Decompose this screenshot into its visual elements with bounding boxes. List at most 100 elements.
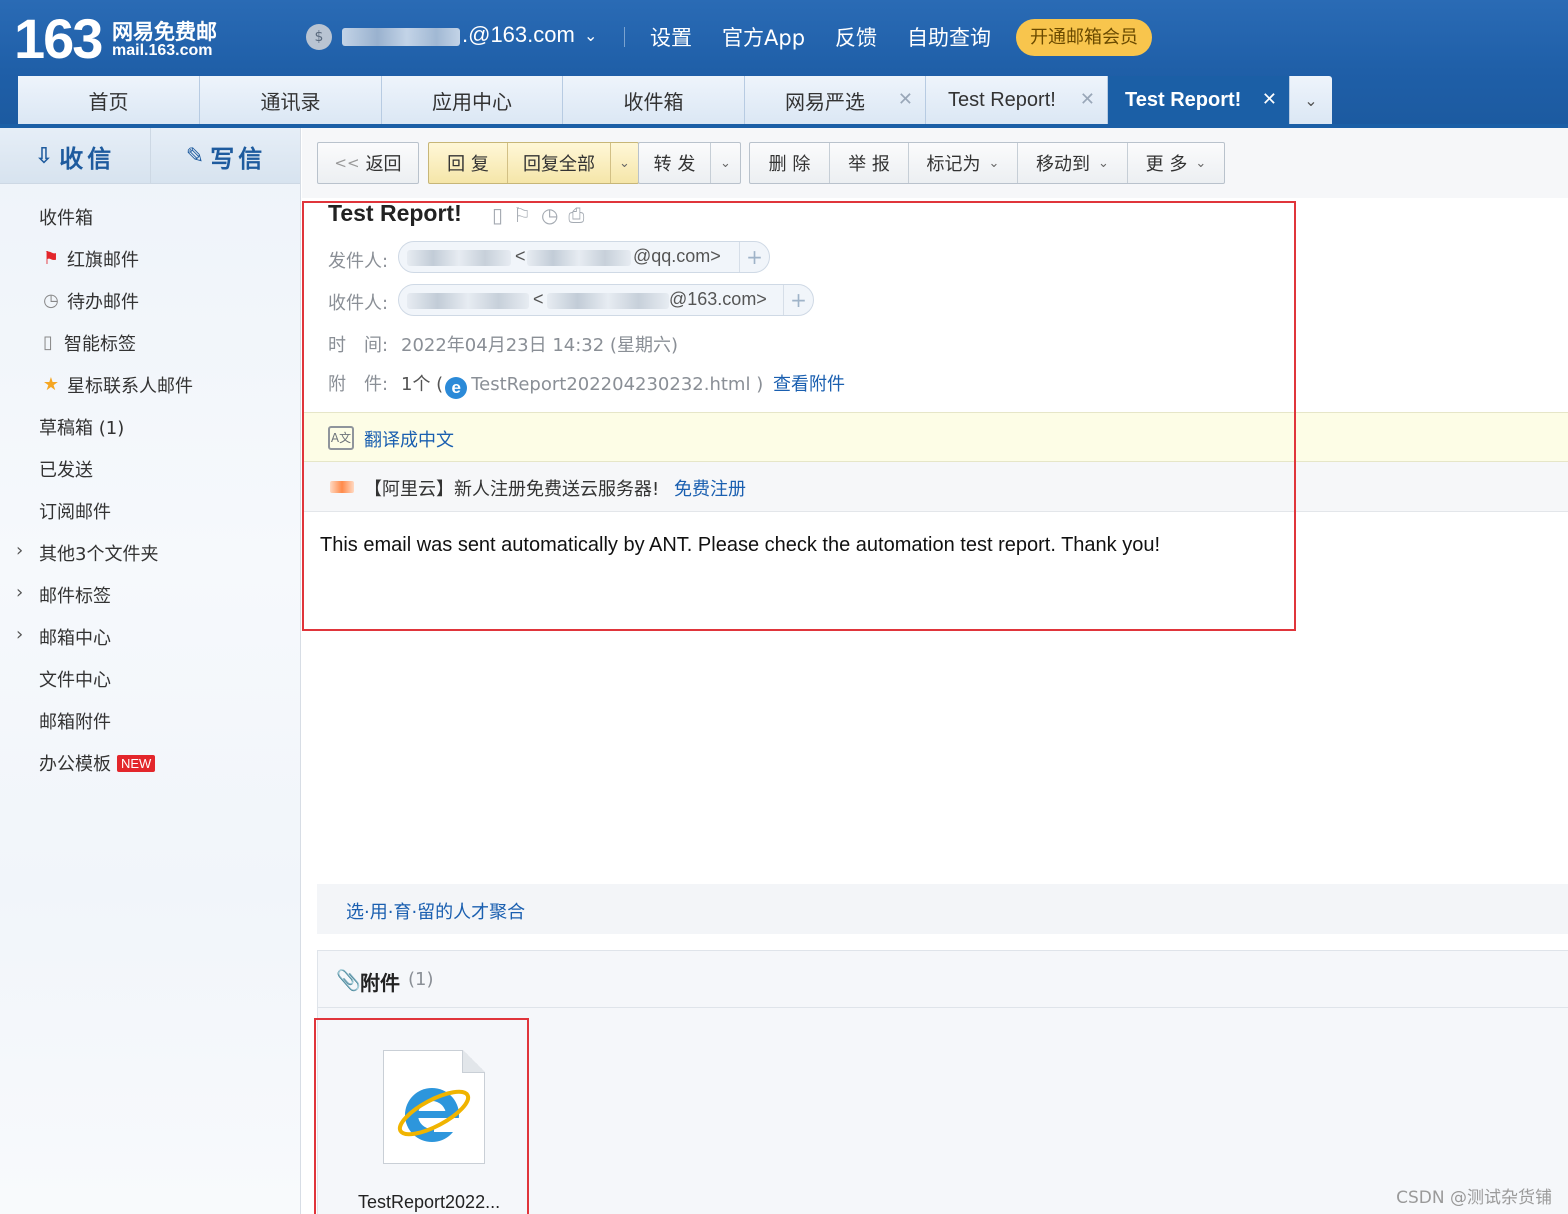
account-email[interactable]: .@163.com <box>462 22 575 48</box>
aliyun-logo-icon <box>330 481 354 493</box>
signature-link[interactable]: 选·用·育·留的人才聚合 <box>346 898 525 924</box>
ad-register-link[interactable]: 免费注册 <box>674 475 746 501</box>
sender-domain: @qq.com> <box>633 246 721 266</box>
tab-label: Test Report! <box>1125 88 1242 111</box>
account-name-redacted <box>342 28 460 46</box>
signature-bar: 选·用·育·留的人才聚合 <box>317 884 1568 934</box>
chevron-down-icon: ⌄ <box>988 155 1000 171</box>
chevron-right-icon[interactable]: › <box>16 624 23 645</box>
attachment-label: 附 件: <box>328 374 389 395</box>
move-to-button[interactable]: 移动到 ⌄ <box>1018 143 1128 183</box>
tab-bar: 首页 通讯录 应用中心 收件箱 网易严选 ✕ Test Report! ✕ Te… <box>18 76 1332 124</box>
view-attachments-link[interactable]: 查看附件 <box>773 374 845 395</box>
to-label: 收件人: <box>328 293 389 314</box>
print-icon[interactable]: ⎙ <box>568 203 584 227</box>
recipient-email-redacted <box>547 293 669 309</box>
translate-link[interactable]: 翻译成中文 <box>364 426 454 452</box>
compose-mail-button[interactable]: ✎ 写信 <box>151 128 301 184</box>
folder-label: 草稿箱 (1) <box>39 418 125 439</box>
tab-overflow-chevron-icon[interactable]: ⌄ <box>1290 76 1332 124</box>
vip-membership-button[interactable]: 开通邮箱会员 <box>1016 19 1152 56</box>
tab-label: 应用中心 <box>432 89 512 114</box>
account-avatar-icon[interactable]: $ <box>306 24 332 50</box>
recipient-address-pill[interactable]: < @163.com> + <box>398 284 814 316</box>
chevron-down-icon[interactable]: ⌄ <box>584 26 597 45</box>
tab-inbox[interactable]: 收件箱 <box>563 76 745 124</box>
chevron-right-icon[interactable]: › <box>16 540 23 561</box>
forward-dropdown-chevron-icon[interactable]: ⌄ <box>711 143 740 183</box>
tab-test-report-2[interactable]: Test Report! ✕ <box>1108 76 1290 124</box>
tab-contacts[interactable]: 通讯录 <box>200 76 382 124</box>
chevron-down-icon: ⌄ <box>1195 155 1207 171</box>
flag-icon[interactable]: ⚐ <box>513 203 531 227</box>
reply-dropdown-chevron-icon[interactable]: ⌄ <box>611 143 638 183</box>
folder-other-folders[interactable]: › 其他3个文件夹 <box>0 532 300 574</box>
back-button[interactable]: << 返回 <box>318 143 418 183</box>
from-label: 发件人: <box>328 251 389 272</box>
chevron-right-icon[interactable]: › <box>16 582 23 603</box>
attachment-file-name[interactable]: TestReport2022... <box>358 1192 500 1213</box>
logo-number[interactable]: 163 <box>14 6 103 71</box>
folder-file-center[interactable]: 文件中心 <box>0 658 300 700</box>
chevron-down-icon: ⌄ <box>1098 155 1109 171</box>
ie-file-icon: e <box>445 377 468 399</box>
folder-subscriptions[interactable]: 订阅邮件 <box>0 490 300 532</box>
settings-link[interactable]: 设置 <box>650 22 692 52</box>
ad-bar: 【阿里云】新人注册免费送云服务器! 免费注册 <box>302 462 1568 512</box>
tab-label: 网易严选 <box>785 89 865 114</box>
bookmark-icon[interactable]: ▯ <box>492 203 503 227</box>
folder-list: 收件箱 ⚑ 红旗邮件 ◷ 待办邮件 ▯ 智能标签 ★ 星标联系人邮件 草稿箱 (… <box>0 196 300 784</box>
attachment-filename[interactable]: TestReport202204230232.html <box>471 374 750 395</box>
reply-button[interactable]: 回 复 <box>429 143 508 183</box>
close-icon[interactable]: ✕ <box>1262 89 1277 110</box>
mark-as-button[interactable]: 标记为 ⌄ <box>909 143 1018 183</box>
top-header: 163 网易免费邮 mail.163.com $ .@163.com ⌄ 设置 … <box>0 0 1568 128</box>
add-contact-plus-icon[interactable]: + <box>783 285 813 315</box>
add-contact-plus-icon[interactable]: + <box>739 242 769 272</box>
actions-group: 删 除 举 报 标记为 ⌄ 移动到 ⌄ 更 多 ⌄ <box>749 142 1225 184</box>
close-icon[interactable]: ✕ <box>898 89 913 110</box>
self-service-link[interactable]: 自助查询 <box>907 22 991 52</box>
reply-group: 回 复 回复全部 ⌄ <box>428 142 639 184</box>
more-label: 更 多 <box>1145 154 1188 175</box>
more-button[interactable]: 更 多 ⌄ <box>1128 143 1224 183</box>
forward-button[interactable]: 转 发 <box>639 143 711 183</box>
folder-mail-attachments[interactable]: 邮箱附件 <box>0 700 300 742</box>
folder-starred-contacts[interactable]: ★ 星标联系人邮件 <box>0 364 300 406</box>
folder-inbox[interactable]: 收件箱 <box>0 196 300 238</box>
folder-smart-tags[interactable]: ▯ 智能标签 <box>0 322 300 364</box>
report-button[interactable]: 举 报 <box>830 143 909 183</box>
tab-yanxuan[interactable]: 网易严选 ✕ <box>745 76 926 124</box>
mail-subject: Test Report! <box>328 200 462 226</box>
recipient-lt: < <box>533 289 544 309</box>
folder-office-templates[interactable]: 办公模板 NEW <box>0 742 300 784</box>
folder-sent[interactable]: 已发送 <box>0 448 300 490</box>
attachment-count: 1个 ( <box>401 374 444 395</box>
edit-icon: ✎ <box>185 143 205 169</box>
folder-todo[interactable]: ◷ 待办邮件 <box>0 280 300 322</box>
reply-all-button[interactable]: 回复全部 <box>508 143 611 183</box>
folder-mail-tags[interactable]: › 邮件标签 <box>0 574 300 616</box>
folder-mail-center[interactable]: › 邮箱中心 <box>0 616 300 658</box>
folder-drafts[interactable]: 草稿箱 (1) <box>0 406 300 448</box>
official-app-link[interactable]: 官方App <box>722 22 805 52</box>
receive-label: 收信 <box>59 144 116 173</box>
attachments-header: 📎 附件 (1) <box>318 951 1568 1008</box>
folder-label: 收件箱 <box>39 208 93 229</box>
receive-mail-button[interactable]: ⇩ 收信 <box>0 128 150 184</box>
tab-home[interactable]: 首页 <box>18 76 200 124</box>
sender-address-pill[interactable]: < @qq.com> + <box>398 241 770 273</box>
sender-email-redacted <box>527 250 631 266</box>
tab-app-center[interactable]: 应用中心 <box>382 76 563 124</box>
folder-label: 智能标签 <box>64 334 136 355</box>
delete-button[interactable]: 删 除 <box>750 143 830 183</box>
clock-icon[interactable]: ◷ <box>541 203 558 227</box>
mark-as-label: 标记为 <box>926 154 981 175</box>
folder-label: 已发送 <box>39 460 93 481</box>
feedback-link[interactable]: 反馈 <box>835 22 877 52</box>
forward-group: 转 发 ⌄ <box>638 142 741 184</box>
tab-test-report-1[interactable]: Test Report! ✕ <box>926 76 1108 124</box>
folder-red-flag[interactable]: ⚑ 红旗邮件 <box>0 238 300 280</box>
close-icon[interactable]: ✕ <box>1080 89 1095 110</box>
tab-label: Test Report! <box>948 88 1056 111</box>
